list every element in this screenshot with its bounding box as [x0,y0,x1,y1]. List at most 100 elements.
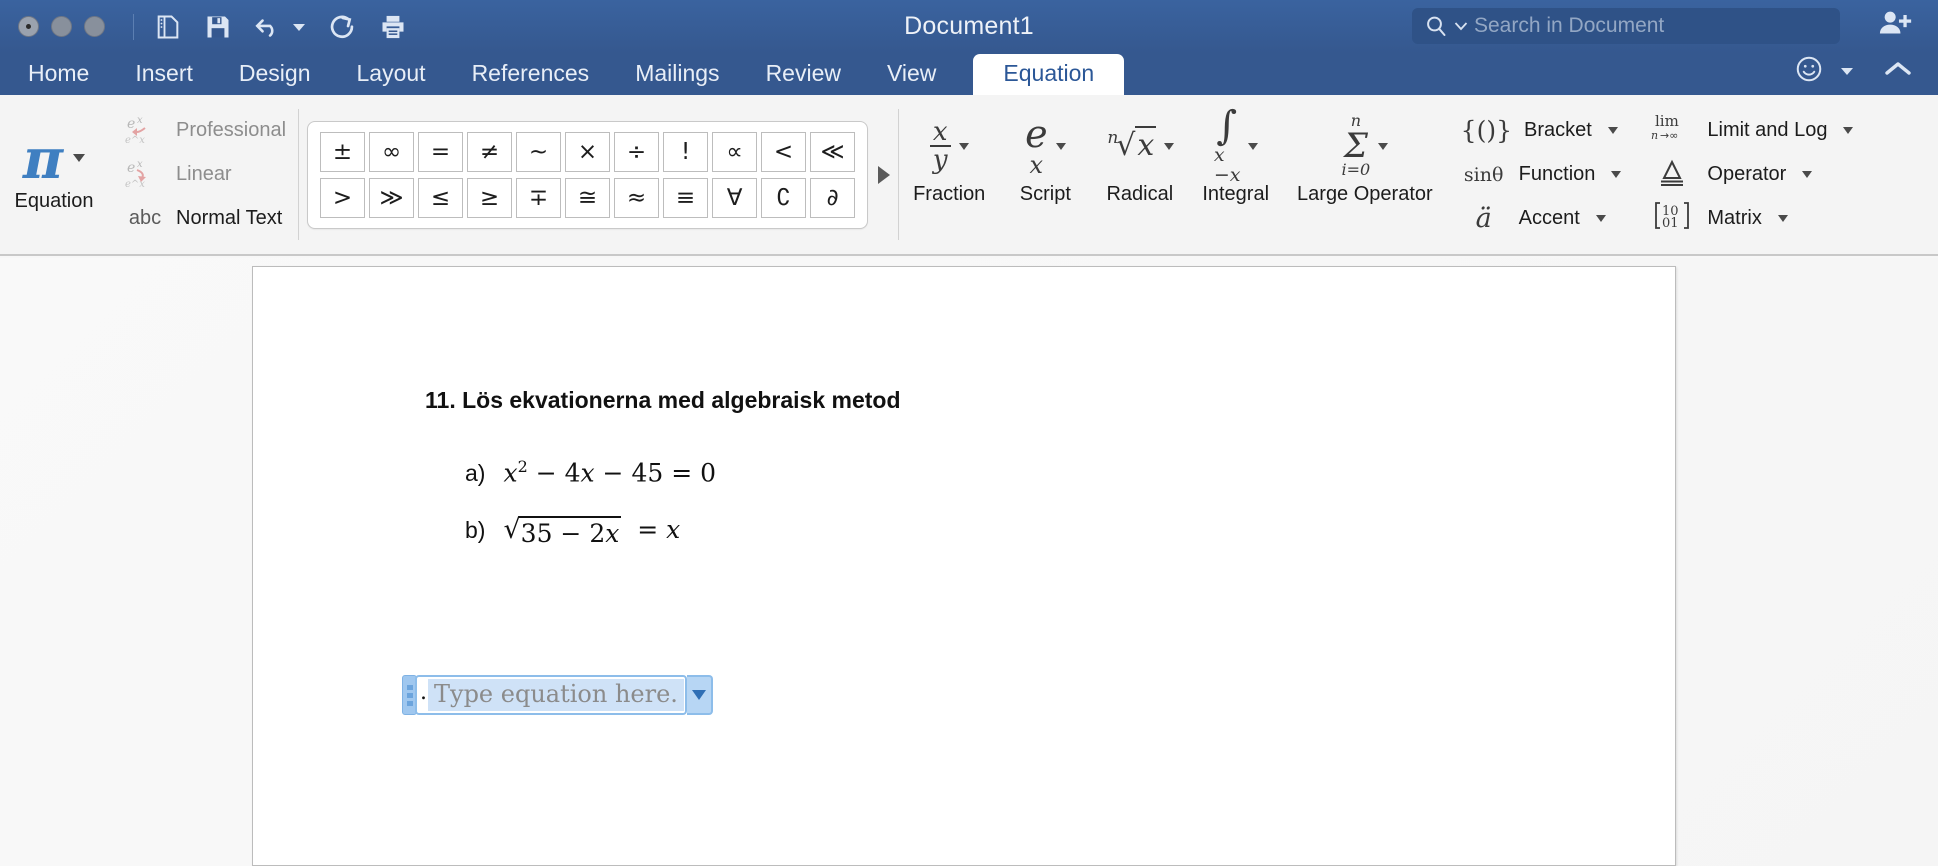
accent-icon: ä [1475,203,1492,234]
equation-dropdown-caret-icon[interactable] [73,154,86,162]
equation-options-chevron-icon[interactable] [686,675,713,715]
symbol-plus-minus[interactable]: ± [320,131,366,172]
radical-label: Radical [1106,183,1174,205]
symbol-multiply[interactable]: × [565,131,611,172]
document-page[interactable]: 11. Lös ekvationerna med algebraisk meto… [252,266,1676,866]
tab-home[interactable]: Home [28,55,89,95]
tab-strip-right-controls [1794,54,1938,95]
matrix-label: Matrix [1707,207,1762,229]
ribbon-collapse-chevron-icon[interactable] [1884,60,1912,83]
tab-review[interactable]: Review [766,55,841,95]
operator-label: Operator [1707,163,1787,185]
gallery-more-arrow-icon[interactable] [878,165,891,184]
symbol-much-greater[interactable]: ≫ [369,177,415,218]
symbol-partial[interactable]: ∂ [810,177,856,218]
radical-button[interactable]: n√x Radical [1091,95,1188,254]
svg-text:lim: lim [1655,112,1679,130]
symbol-not-equals[interactable]: ≠ [467,131,513,172]
matrix-button[interactable]: 10 01 Matrix [1635,199,1867,239]
script-dropdown-caret-icon[interactable] [1055,142,1066,150]
fraction-button[interactable]: xy Fraction [899,95,999,254]
professional-button[interactable]: e x e^x Professional [124,112,286,150]
svg-text:01: 01 [1662,216,1679,231]
equation-insert-button[interactable]: π Equation [0,95,108,254]
svg-text:e: e [127,116,135,132]
symbol-infinity[interactable]: ∞ [369,131,415,172]
chevron-down-icon[interactable] [1840,63,1854,81]
equation-item-a[interactable]: a) x2 − 4x − 45 = 0 [465,457,716,487]
tab-layout[interactable]: Layout [357,55,426,95]
bracket-button[interactable]: {()} Bracket [1447,111,1636,151]
zoom-window-button[interactable] [84,16,105,37]
tab-design[interactable]: Design [239,55,311,95]
undo-icon[interactable] [254,13,284,41]
accent-dropdown-caret-icon[interactable] [1595,215,1606,222]
operator-dropdown-caret-icon[interactable] [1802,171,1813,178]
svg-text:e^x: e^x [125,135,145,146]
equation-button-label: Equation [14,189,94,212]
symbol-complement[interactable]: ∁ [761,177,807,218]
limit-and-log-dropdown-caret-icon[interactable] [1843,127,1854,134]
equation-item-b[interactable]: b) √ 35 − 2x = x [465,515,680,548]
linear-button[interactable]: e x e^x Linear [124,156,286,194]
search-scope-chevron-down-icon[interactable] [1454,21,1468,31]
symbol-greater-or-equal[interactable]: ≥ [467,177,513,218]
person-add-icon[interactable] [1878,8,1914,45]
symbol-less-than[interactable]: < [761,131,807,172]
ribbon-group-symbols: ± ∞ = ≠ ~ × ÷ ! ∝ < ≪ > ≫ ≤ ≥ ∓ ≅ ≈ ≡ ∀ … [299,95,898,254]
function-button[interactable]: sinθ Function [1447,155,1636,195]
symbol-approximately[interactable]: ≈ [614,177,660,218]
close-window-button[interactable] [18,16,39,37]
accent-button[interactable]: ä Accent [1447,199,1636,239]
redo-icon[interactable] [328,13,356,41]
word-application-window: Document1 Search in Document Home Insert… [0,0,1938,866]
save-icon[interactable] [204,13,232,41]
symbol-for-all[interactable]: ∀ [712,177,758,218]
large-operator-dropdown-caret-icon[interactable] [1378,142,1389,150]
symbol-much-less[interactable]: ≪ [810,131,856,172]
tab-equation[interactable]: Equation [973,54,1125,95]
function-label: Function [1518,163,1596,185]
symbol-minus-plus[interactable]: ∓ [516,177,562,218]
tab-view[interactable]: View [887,55,936,95]
symbol-factorial[interactable]: ! [663,131,709,172]
radical-dropdown-caret-icon[interactable] [1164,142,1175,150]
normal-text-button[interactable]: abc Normal Text [124,200,286,238]
integral-button[interactable]: ∫ x −x Integral [1188,95,1283,254]
limit-icon: lim n →∞ [1649,111,1695,151]
search-input[interactable]: Search in Document [1412,8,1840,44]
function-dropdown-caret-icon[interactable] [1611,171,1622,178]
ribbon-tab-strip: Home Insert Design Layout References Mai… [0,53,1938,95]
operator-button[interactable]: Operator [1635,155,1867,195]
large-operator-button[interactable]: n Σi=0 Large Operator [1283,95,1447,254]
sidebar-toggle-icon[interactable] [154,13,182,41]
print-icon[interactable] [378,13,408,41]
integral-dropdown-caret-icon[interactable] [1248,142,1259,150]
fraction-dropdown-caret-icon[interactable] [958,142,969,150]
undo-dropdown-icon[interactable] [292,22,306,32]
tab-insert[interactable]: Insert [135,55,193,95]
minimize-window-button[interactable] [51,16,72,37]
equation-content-box[interactable]: . Type equation here. [415,675,687,715]
symbol-congruent[interactable]: ≅ [565,177,611,218]
symbol-equals[interactable]: = [418,131,464,172]
symbol-tilde[interactable]: ~ [516,131,562,172]
symbol-less-or-equal[interactable]: ≤ [418,177,464,218]
script-button[interactable]: ex Script [999,95,1091,254]
tab-references[interactable]: References [472,55,590,95]
symbol-proportional[interactable]: ∝ [712,131,758,172]
limit-and-log-button[interactable]: lim n →∞ Limit and Log [1635,111,1867,151]
equation-placeholder-field[interactable]: . Type equation here. [402,675,713,715]
symbol-greater-than[interactable]: > [320,177,366,218]
radical-icon: n√x [1107,126,1157,163]
equation-placeholder-text[interactable]: Type equation here. [428,679,684,711]
tab-mailings[interactable]: Mailings [635,55,719,95]
ribbon-group-tools: π Equation e x e^x Professional e x e^x … [0,95,298,254]
matrix-dropdown-caret-icon[interactable] [1777,215,1788,222]
bracket-dropdown-caret-icon[interactable] [1607,127,1618,134]
search-placeholder: Search in Document [1474,14,1665,37]
smiley-feedback-icon[interactable] [1794,54,1824,89]
symbol-divide[interactable]: ÷ [614,131,660,172]
symbol-identical[interactable]: ≡ [663,177,709,218]
structures-small-column-left: {()} Bracket sinθ Function ä Accent [1447,95,1636,254]
